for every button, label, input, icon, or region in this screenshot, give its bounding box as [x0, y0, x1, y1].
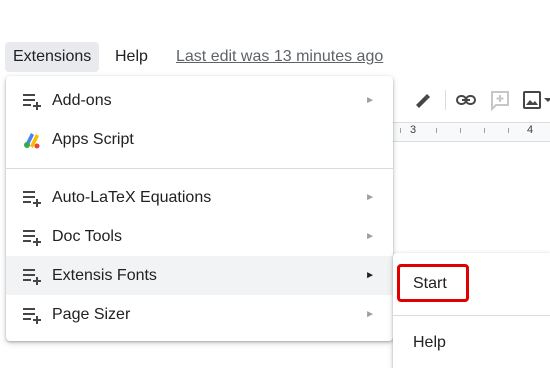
add-comment-icon[interactable]: [488, 88, 512, 112]
insert-image-icon[interactable]: [520, 88, 544, 112]
submenu-arrow-icon: ►: [365, 192, 375, 203]
ruler-tick: [460, 128, 461, 133]
submenu-item-help[interactable]: Help: [413, 334, 446, 352]
ruler-tick: [508, 128, 509, 133]
menu-item-extensis-fonts[interactable]: Extensis Fonts ►: [6, 256, 393, 295]
submenu-arrow-icon: ►: [365, 309, 375, 320]
add-on-list-icon: [23, 269, 41, 285]
last-edit-link[interactable]: Last edit was 13 minutes ago: [176, 42, 383, 72]
menu-item-page-sizer[interactable]: Page Sizer ►: [6, 295, 393, 334]
toolbar: [392, 82, 550, 118]
menu-separator: [6, 168, 393, 169]
apps-script-icon: [24, 133, 40, 149]
ruler: 3 4: [392, 122, 550, 142]
menu-item-add-ons[interactable]: Add-ons ►: [6, 81, 393, 120]
menu-item-label: Doc Tools: [52, 228, 122, 245]
add-on-list-icon: [23, 230, 41, 246]
toolbar-divider: [445, 90, 446, 110]
chevron-down-icon[interactable]: [544, 96, 550, 104]
menu-item-apps-script[interactable]: Apps Script: [6, 120, 393, 159]
submenu-arrow-icon: ►: [365, 231, 375, 242]
submenu-item-start[interactable]: Start: [413, 275, 447, 293]
ruler-mark-4: 4: [527, 124, 534, 136]
extensions-menu: Add-ons ► Apps Script Auto-LaTeX Equatio…: [6, 76, 393, 341]
menu-item-doc-tools[interactable]: Doc Tools ►: [6, 217, 393, 256]
menu-extensions[interactable]: Extensions: [5, 42, 100, 72]
ruler-tick: [400, 128, 401, 133]
add-ons-icon: [23, 94, 41, 110]
add-on-list-icon: [23, 308, 41, 324]
highlight-pen-icon[interactable]: [410, 88, 434, 112]
submenu-arrow-icon: ►: [365, 270, 375, 281]
menu-item-label: Apps Script: [52, 131, 134, 148]
menu-bar: Extensions Help Last edit was 13 minutes…: [0, 40, 550, 74]
ruler-tick: [484, 128, 485, 133]
ruler-mark-3: 3: [410, 124, 417, 136]
extensis-fonts-submenu: Start Help: [393, 253, 550, 368]
link-icon[interactable]: [454, 88, 478, 112]
menu-item-label: Auto-LaTeX Equations: [52, 189, 212, 206]
ruler-tick: [436, 128, 437, 133]
menu-item-label: Extensis Fonts: [52, 267, 157, 284]
menu-item-label: Page Sizer: [52, 306, 131, 323]
submenu-arrow-icon: ►: [365, 95, 375, 106]
add-on-list-icon: [23, 191, 41, 207]
menu-item-label: Add-ons: [52, 92, 112, 109]
submenu-separator: [393, 315, 550, 316]
menu-item-auto-latex-equations[interactable]: Auto-LaTeX Equations ►: [6, 178, 393, 217]
menu-help[interactable]: Help: [107, 42, 156, 72]
